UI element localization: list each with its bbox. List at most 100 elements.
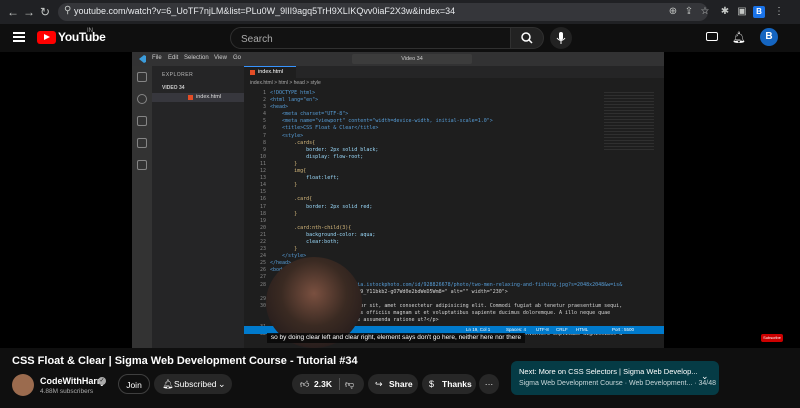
code-line: 18 } [244,211,604,218]
channel-avatar[interactable] [12,374,34,396]
line-text: } [270,210,298,217]
code-line: 4 <meta charset="UTF-8"> [244,111,604,118]
line-number: 30 [259,302,266,309]
status-port: Port : 5500 [612,327,635,332]
code-line: 15 [244,189,604,196]
playlist-next-card[interactable]: Next: More on CSS Selectors | Sigma Web … [511,361,719,395]
more-actions-button[interactable]: ··· [479,374,499,394]
menu-view: View [214,55,227,61]
explorer-file: index.html [152,93,244,102]
extensions-icon[interactable]: ✱ [718,5,732,19]
line-text: <meta charset="UTF-8"> [270,111,349,118]
address-bar[interactable]: ⚲ youtube.com/watch?v=6_UoTF7njLM&list=P… [58,3,708,21]
bookmark-star-icon[interactable]: ☆ [698,5,712,19]
microphone-icon [556,32,566,44]
menu-selection: Selection [184,55,209,61]
youtube-logo-icon[interactable] [37,31,56,44]
line-text: <title>CSS Float & Clear</title> [270,125,379,132]
line-number: 14 [259,182,266,189]
line-number: 19 [259,217,266,224]
site-info-icon[interactable]: ⚲ [64,5,71,16]
search-input[interactable] [239,30,503,48]
html-file-icon [250,70,255,75]
create-video-icon[interactable] [706,32,718,41]
share-button[interactable]: ↪ Share [368,374,418,394]
browser-profile-avatar[interactable]: B [753,6,765,18]
hamburger-menu-icon[interactable] [13,32,25,42]
account-avatar[interactable]: B [760,28,778,46]
subscribe-watermark[interactable]: Subscribe [761,334,783,342]
line-number: 6 [262,125,266,132]
like-button[interactable]: 👍︎ 2.3K 👎︎ [292,374,364,394]
line-text: <!DOCTYPE html> [270,90,316,96]
code-line: 17 border: 2px solid red; [244,204,604,211]
youtube-logo-text[interactable]: YouTube [58,30,106,44]
activity-bar [132,66,152,348]
code-line: 5 <meta name="viewport" content="width=d… [244,118,604,125]
code-line: 2 <html lang="en"> [244,97,604,104]
search-box[interactable] [230,27,512,49]
search-icon [521,32,533,44]
code-line: 9 border: 2px solid black; [244,147,604,154]
menu-edit: Edit [168,55,179,61]
line-number: 5 [262,118,266,125]
extensions-panel-icon [137,160,147,170]
thumbs-up-icon: 👍︎ [300,379,310,389]
install-icon[interactable]: ⊕ [666,5,680,19]
share-label: Share [389,379,413,389]
join-button[interactable]: Join [118,374,150,394]
line-text: <html lang="en"> [270,97,319,104]
search-button[interactable] [510,27,544,49]
line-number: 13 [259,175,266,182]
thanks-button[interactable]: $ Thanks [422,374,476,394]
back-icon[interactable]: ← [6,5,20,19]
video-title: CSS Float & Clear | Sigma Web Developmen… [12,355,358,367]
line-number: 21 [259,231,266,238]
super-thanks-icon: $ [429,379,435,389]
source-control-icon [137,116,147,126]
thumbs-down-icon[interactable]: 👎︎ [345,374,354,394]
line-text: <head> [270,104,289,111]
reload-icon[interactable]: ↻ [38,5,52,19]
code-line: 6 <title>CSS Float & Clear</title> [244,125,604,132]
line-number: 18 [259,210,266,217]
url-text: youtube.com/watch?v=6_UoTF7njLM&list=PLu… [74,6,456,16]
voice-search-button[interactable] [550,27,572,49]
browser-menu-icon[interactable]: ⋮ [772,5,786,19]
video-frame[interactable]: File Edit Selection View Go Video 34 EXP… [132,52,664,348]
minimap [604,90,654,150]
subscribed-label: Subscribed [174,379,217,389]
line-number: 9 [262,146,266,153]
line-text: background-color: aqua; [270,231,376,238]
vscode-logo-icon [139,55,146,63]
forward-icon[interactable]: → [22,5,36,19]
code-line: 23 } [244,246,604,253]
share-page-icon[interactable]: ⇪ [682,5,696,19]
subscribed-button[interactable]: 🔔︎ Subscribed ⌄ [154,374,232,394]
line-number: 12 [259,168,266,175]
line-number: 27 [259,274,266,281]
line-number: 24 [259,253,266,260]
chevron-down-icon[interactable]: ⌄ [701,371,709,382]
line-text: .card:nth-child(3){ [270,224,352,231]
editor-tab-label: index.html [258,69,284,75]
next-playlist-info: Sigma Web Development Course · Web Devel… [519,380,717,387]
code-line: 16 .card{ [244,196,604,203]
notifications-bell-icon[interactable]: 🔔︎ [732,31,746,44]
status-eol: CRLF [556,327,568,332]
sidepanel-icon[interactable]: ▣ [735,5,749,19]
verified-check-icon: ✓ [98,377,106,385]
explorer-panel: EXPLORER VIDEO 34 index.html [152,66,244,348]
line-number: 29 [259,295,266,302]
line-number: 28 [259,281,266,288]
line-number: 16 [259,196,266,203]
channel-name[interactable]: CodeWithHarry [40,376,105,386]
line-number: 10 [259,153,266,160]
status-spaces: Spaces: 4 [506,327,527,332]
video-player[interactable]: File Edit Selection View Go Video 34 EXP… [0,52,800,348]
status-encoding: UTF-8 [536,327,549,332]
line-number: 2 [262,97,266,104]
vscode-titlebar: File Edit Selection View Go Video 34 [132,52,664,66]
line-text: } [270,182,298,189]
explorer-title: EXPLORER [162,72,194,78]
